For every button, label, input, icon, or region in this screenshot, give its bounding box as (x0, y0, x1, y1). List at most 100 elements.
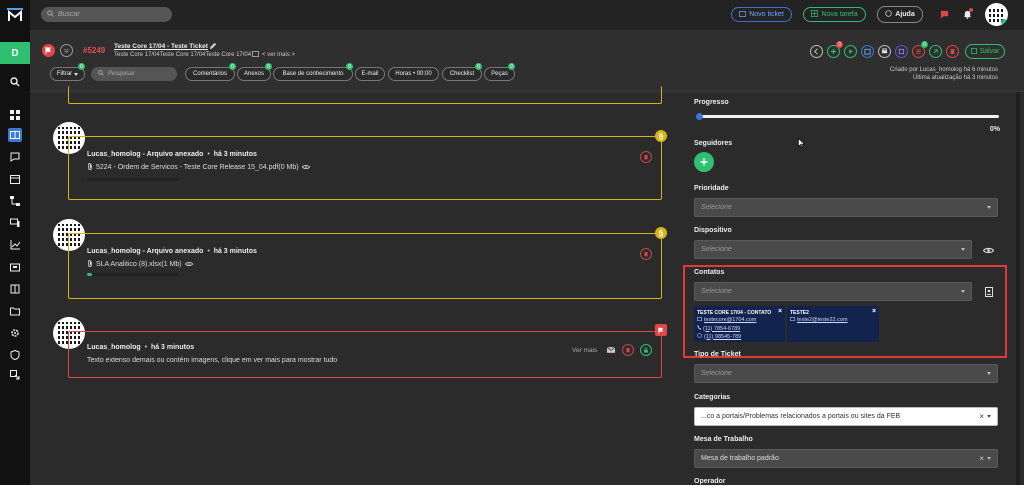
tab-knowledge-base[interactable]: Base de conhecimento (273, 67, 353, 81)
security-icon[interactable] (8, 348, 22, 362)
bell-icon[interactable] (963, 8, 973, 21)
knowledge-base-badge: 0 (346, 63, 353, 70)
device-label: Dispositivo (694, 227, 732, 234)
new-ticket-button[interactable]: Novo ticket (731, 7, 792, 22)
settings-icon[interactable] (8, 326, 22, 340)
flag-button[interactable] (42, 44, 55, 57)
brand-logo[interactable] (7, 8, 23, 22)
delete-ticket-button[interactable] (946, 45, 959, 58)
desk-select[interactable]: Mesa de trabalho padrão × (694, 449, 998, 468)
contact-email-row[interactable]: testecore@1704.com (697, 317, 756, 323)
print-button[interactable] (878, 45, 891, 58)
merge-button[interactable] (895, 45, 908, 58)
categories-select[interactable]: ...co a portais/Problemas relacionados a… (694, 407, 998, 426)
delete-comment-button[interactable] (622, 344, 634, 356)
progress-slider[interactable] (696, 113, 999, 120)
eye-icon[interactable] (982, 247, 995, 256)
progress-slider-handle[interactable] (696, 113, 703, 120)
contacts-select[interactable]: Selecione (694, 282, 972, 301)
sentiment-icon[interactable] (60, 44, 73, 57)
inventory-icon[interactable] (8, 260, 22, 274)
email-icon[interactable] (606, 346, 616, 355)
attachment-row[interactable]: SLA Analitico (8).xlsx(1 Mb) (87, 260, 193, 269)
new-task-button[interactable]: Nova tarefa (803, 7, 866, 22)
workspace-avatar[interactable]: D (0, 42, 30, 64)
remove-contact-icon[interactable]: × (872, 308, 876, 315)
back-button[interactable] (810, 45, 823, 58)
eye-icon[interactable] (184, 261, 193, 269)
contact-card[interactable]: TESTE2 × teste2@teste22.com (787, 306, 879, 342)
timeline-card: Lucas_homolog - Arquivo anexado • há 3 m… (68, 136, 662, 200)
eye-icon[interactable] (301, 164, 310, 172)
upload-progress-bar (87, 273, 179, 276)
ticket-type-select[interactable]: Selecione (694, 364, 998, 383)
reports-icon[interactable] (8, 238, 22, 252)
see-more-link[interactable]: < ver mais > (262, 52, 295, 58)
paperclip-icon (87, 260, 93, 269)
chevron-down-icon (74, 72, 79, 76)
chat-notification-icon[interactable] (940, 10, 949, 21)
contact-email-row[interactable]: teste2@teste22.com (790, 317, 848, 323)
contact-book-icon[interactable] (985, 287, 993, 299)
last-update-text: Última atualização há 3 minutos (912, 75, 998, 81)
tab-hours[interactable]: Horas • 00:00 (388, 67, 439, 81)
ticket-subtitle: Teste Core 17/04Teste Core 17/04Teste Co… (114, 52, 252, 58)
search-icon[interactable] (8, 75, 22, 89)
categories-value: ...co a portais/Problemas relacionados a… (701, 413, 901, 420)
contact-whatsapp-row[interactable]: (11) 98545-789 (697, 333, 741, 340)
device-select[interactable]: Selecione (694, 240, 972, 259)
help-button[interactable]: Ajuda (877, 6, 923, 23)
edit-icon[interactable] (209, 42, 217, 52)
calendar-icon[interactable] (8, 172, 22, 186)
dashboard-icon[interactable] (8, 108, 22, 122)
progress-label: Progresso (694, 99, 729, 106)
contacts-value: Selecione (701, 288, 732, 295)
calendar-button[interactable] (861, 45, 874, 58)
created-by-text: Criado por Lucas_homolog há 6 minutos (889, 67, 998, 73)
attachment-filename: 5224 - Ordem de Servicos - Teste Core Re… (96, 164, 299, 171)
save-button[interactable]: Salvar (965, 44, 1005, 59)
attachment-row[interactable]: 5224 - Ordem de Servicos - Teste Core Re… (87, 163, 310, 172)
hierarchy-icon[interactable] (8, 194, 22, 208)
search-input[interactable]: Buscar (41, 7, 172, 22)
search-field-placeholder: Pesquisar (108, 71, 135, 77)
delete-attachment-button[interactable] (640, 248, 652, 260)
user-avatar[interactable] (985, 3, 1008, 26)
tickets-icon[interactable] (8, 128, 22, 142)
integrations-icon[interactable] (8, 368, 22, 382)
link-button[interactable] (929, 45, 942, 58)
see-more-link[interactable]: Ver mais (572, 347, 597, 354)
contact-email: teste2@teste22.com (797, 317, 848, 323)
priority-select[interactable]: Selecione (694, 198, 998, 217)
delete-attachment-button[interactable] (640, 151, 652, 163)
timeline-card: Lucas_homolog • há 3 minutos Texto exten… (68, 331, 662, 378)
search-field[interactable]: Pesquisar (91, 67, 177, 81)
timeline-card-header: Lucas_homolog - Arquivo anexado • há 3 m… (87, 151, 257, 158)
timeline-card: Lucas_homolog - Arquivo anexado • há 3 m… (68, 233, 662, 299)
panel-scrollbar[interactable] (1016, 92, 1020, 485)
contact-phone-row[interactable]: (11) 7854-6789 (697, 325, 740, 332)
notification-dot (969, 8, 973, 12)
clear-icon[interactable]: × (979, 454, 984, 463)
checklist-badge: 0 (475, 63, 482, 70)
clear-icon[interactable]: × (979, 412, 984, 421)
ticket-title[interactable]: Teste Core 17/04 - Teste Ticket (114, 43, 208, 50)
filter-label: Filtrar (56, 71, 73, 77)
remove-contact-icon[interactable]: × (778, 308, 782, 315)
visibility-lock-button[interactable] (640, 344, 652, 356)
attachment-filename: SLA Analitico (8).xlsx(1 Mb) (96, 261, 182, 268)
knowledge-base-icon[interactable] (8, 282, 22, 296)
tab-email[interactable]: E-mail (355, 67, 385, 81)
contact-card[interactable]: TESTE CORE 17/04 - CONTATO × testecore@1… (694, 306, 785, 342)
timeline-time: há 3 minutos (213, 248, 257, 255)
chat-icon[interactable] (8, 150, 22, 164)
contacts-label: Contatos (694, 269, 725, 276)
tab-hours-label: Horas • 00:00 (395, 71, 432, 77)
devices-icon[interactable] (8, 216, 22, 230)
timeline-author: Lucas_homolog (87, 344, 141, 351)
play-button[interactable] (844, 45, 857, 58)
tab-comments[interactable]: Comentários (185, 67, 235, 81)
timeline-author: Lucas_homolog - Arquivo anexado (87, 248, 204, 255)
folder-icon[interactable] (8, 304, 22, 318)
add-follower-button[interactable] (694, 152, 714, 172)
